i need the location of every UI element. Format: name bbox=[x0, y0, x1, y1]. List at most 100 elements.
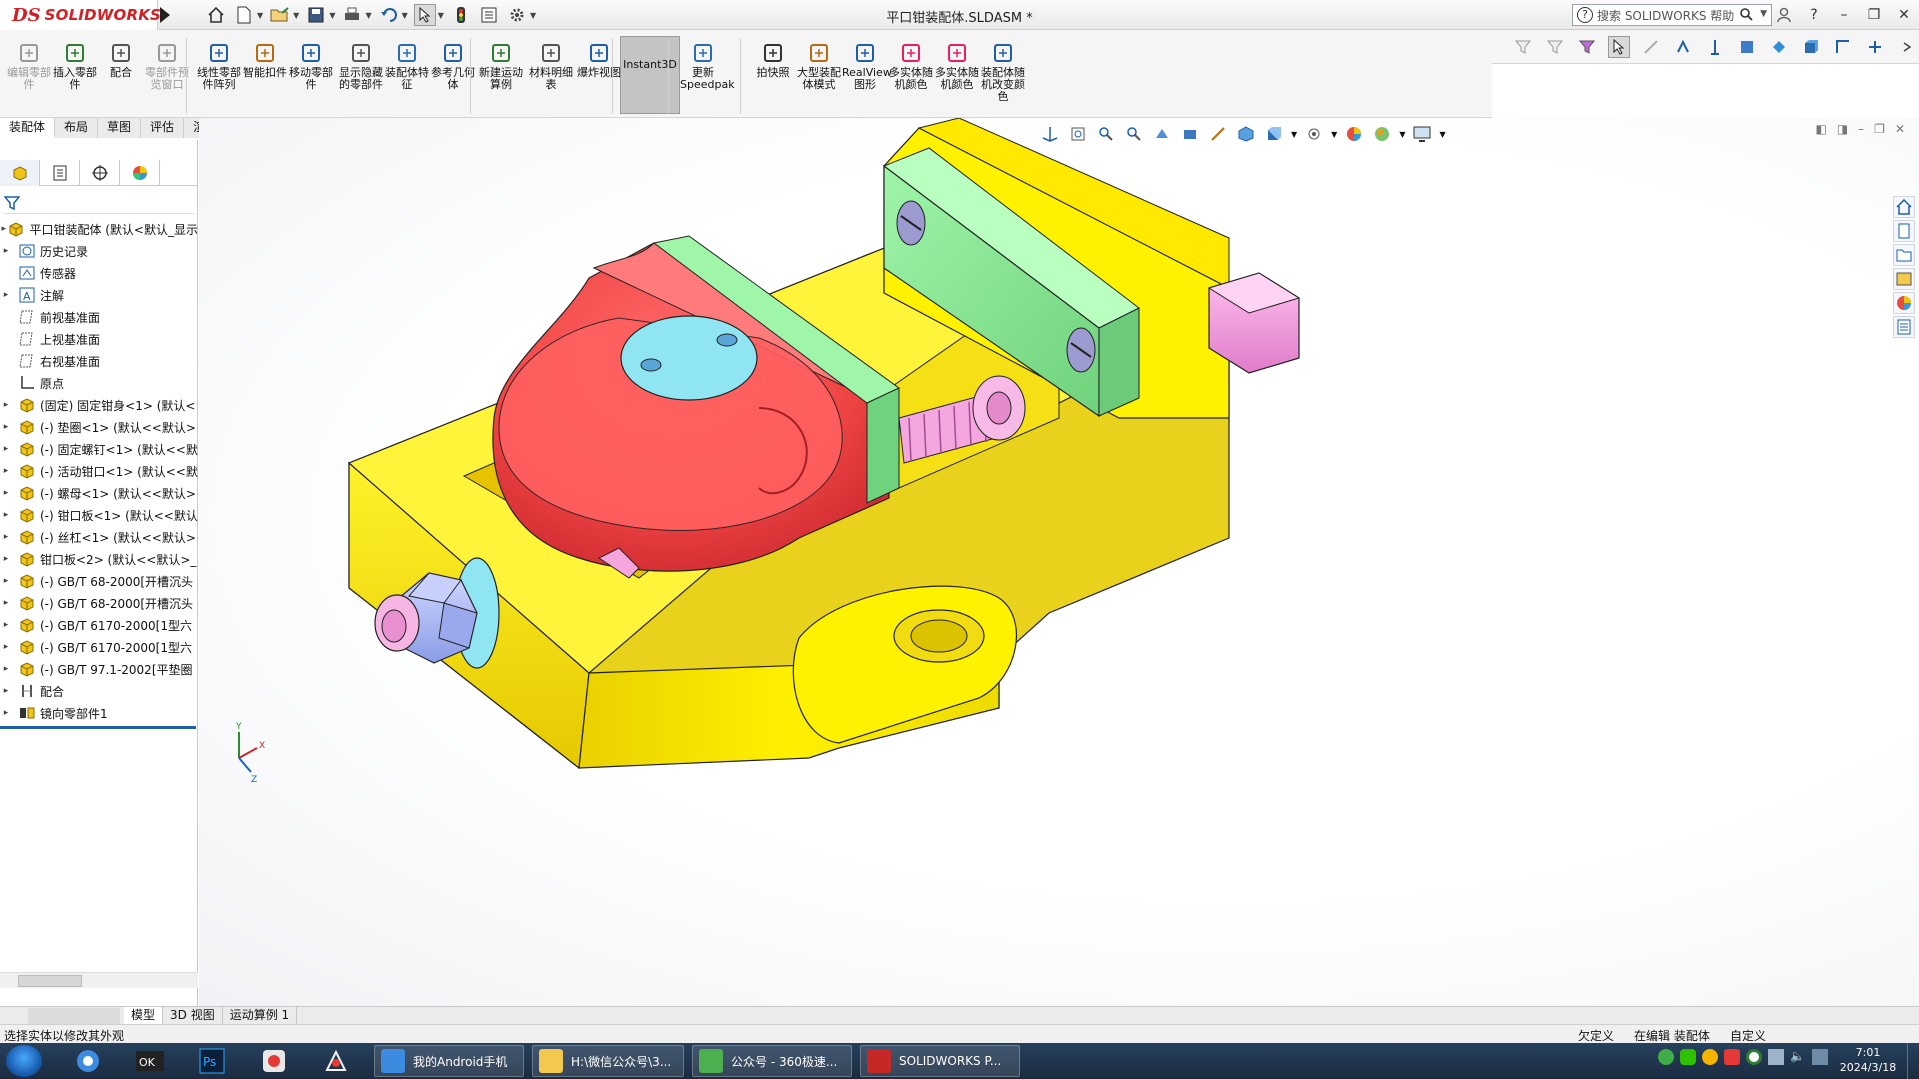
photoshop-icon[interactable]: Ps bbox=[190, 1046, 234, 1076]
new-document-icon[interactable] bbox=[233, 4, 255, 26]
pinned-app-icon[interactable] bbox=[314, 1046, 358, 1076]
cmd-button-11[interactable]: 材料明细表 bbox=[528, 42, 574, 91]
expand-arrow-icon[interactable]: ▸ bbox=[0, 466, 12, 476]
tree-item[interactable]: ▸ (-) 丝杠<1> (默认<<默认> bbox=[0, 526, 198, 548]
expand-arrow-icon[interactable]: ▸ bbox=[0, 664, 12, 674]
taskbar-task-0[interactable]: 我的Android手机 bbox=[374, 1045, 524, 1077]
open-icon[interactable] bbox=[269, 4, 291, 26]
help-search-input[interactable]: ? 搜索 SOLIDWORKS 帮助 ▼ bbox=[1572, 4, 1772, 26]
chevron-down-icon[interactable]: ▼ bbox=[293, 11, 299, 20]
expand-arrow-icon[interactable]: ▸ bbox=[0, 554, 12, 564]
clock[interactable]: 7:01 2024/3/18 bbox=[1836, 1045, 1900, 1075]
solid-filter-icon[interactable] bbox=[1800, 36, 1822, 58]
expand-arrow-icon[interactable]: ▸ bbox=[0, 686, 12, 696]
expand-arrow-icon[interactable]: ▸ bbox=[0, 488, 12, 498]
expand-arrow-icon[interactable]: ▸ bbox=[0, 246, 12, 256]
expand-arrow-icon[interactable]: ▸ bbox=[0, 510, 12, 520]
network-icon[interactable] bbox=[1768, 1049, 1784, 1065]
cmd-button-1[interactable]: 插入零部件 bbox=[52, 42, 98, 91]
taskbar-task-3[interactable]: SOLIDWORKS P... bbox=[860, 1045, 1020, 1077]
model-tab-2[interactable]: 运动算例 1 bbox=[223, 1006, 298, 1025]
tree-item[interactable]: ▸ (-) GB/T 97.1-2002[平垫圈 bbox=[0, 658, 198, 680]
chevron-down-icon[interactable]: ▼ bbox=[402, 11, 408, 20]
expand-arrow-icon[interactable]: ▸ bbox=[0, 642, 12, 652]
print-icon[interactable] bbox=[341, 4, 363, 26]
tree-item[interactable]: ▸ (-) 钳口板<1> (默认<<默认 bbox=[0, 504, 198, 526]
filter-icon[interactable] bbox=[3, 195, 21, 211]
pinned-app-icon[interactable] bbox=[252, 1046, 296, 1076]
face-filter-icon[interactable] bbox=[1768, 36, 1790, 58]
model-tab-1[interactable]: 3D 视图 bbox=[163, 1006, 223, 1025]
annotation-filter-icon[interactable] bbox=[1864, 36, 1886, 58]
expand-arrow-icon[interactable]: ▸ bbox=[0, 224, 7, 234]
cmd-button-15[interactable]: 拍快照 bbox=[750, 42, 796, 79]
tree-item[interactable]: ▸ 镜向零部件1 bbox=[0, 702, 198, 724]
tree-item[interactable]: ▸ (-) GB/T 6170-2000[1型六 bbox=[0, 614, 198, 636]
search-icon[interactable] bbox=[1739, 7, 1753, 24]
tab-0[interactable]: 装配体 bbox=[0, 118, 56, 138]
feature-manager-tab[interactable] bbox=[0, 160, 40, 186]
property-manager-tab[interactable] bbox=[40, 160, 80, 186]
menu-expand-icon[interactable] bbox=[160, 7, 170, 23]
tree-item[interactable]: 传感器 bbox=[0, 262, 198, 284]
filter-icon[interactable] bbox=[1512, 36, 1534, 58]
display-manager-tab[interactable] bbox=[120, 160, 160, 186]
chevron-down-icon[interactable]: ▼ bbox=[257, 11, 263, 20]
cmd-button-6[interactable]: 移动零部件 bbox=[288, 42, 334, 91]
select-arrow-icon[interactable] bbox=[413, 4, 436, 26]
tree-root-item[interactable]: ▸ 平口钳装配体 (默认<默认_显示 bbox=[0, 218, 198, 240]
tree-filter[interactable] bbox=[3, 192, 194, 214]
tab-scroll-buttons[interactable] bbox=[28, 1007, 120, 1024]
expand-arrow-icon[interactable]: ▸ bbox=[0, 576, 12, 586]
tree-item[interactable]: ▸ 历史记录 bbox=[0, 240, 198, 262]
tree-item[interactable]: ▸ (-) 固定螺钉<1> (默认<<默 bbox=[0, 438, 198, 460]
units-selector[interactable]: 自定义 bbox=[1730, 1027, 1766, 1044]
cmd-button-20[interactable]: 装配体随机改变颜色 bbox=[980, 42, 1026, 103]
restore-icon[interactable]: ❐ bbox=[1859, 0, 1889, 30]
filter-edges-icon[interactable] bbox=[1576, 36, 1598, 58]
chevron-down-icon[interactable]: ▼ bbox=[438, 11, 444, 20]
file-properties-icon[interactable] bbox=[478, 4, 500, 26]
expand-arrow-icon[interactable]: ▸ bbox=[0, 620, 12, 630]
tab-3[interactable]: 评估 bbox=[141, 118, 185, 138]
tree-item[interactable]: 前视基准面 bbox=[0, 306, 198, 328]
tab-2[interactable]: 草图 bbox=[98, 118, 142, 138]
expand-arrow-icon[interactable]: ▸ bbox=[0, 598, 12, 608]
graphics-area[interactable]: ▼ ▼ ▼ ▼ ◧ ◨ – ❐ ✕ Y X Z bbox=[199, 118, 1919, 1006]
help-menu-icon[interactable]: ? bbox=[1799, 0, 1829, 30]
chevron-down-icon[interactable]: ▼ bbox=[1760, 9, 1767, 19]
tree-item[interactable]: 上视基准面 bbox=[0, 328, 198, 350]
pinned-app-icon[interactable]: OK bbox=[128, 1046, 172, 1076]
plane-filter-icon[interactable] bbox=[1736, 36, 1758, 58]
volume-icon[interactable]: 🔈 bbox=[1790, 1049, 1806, 1065]
point-icon[interactable] bbox=[1672, 36, 1694, 58]
vise-assembly-model[interactable]: Y X Z bbox=[199, 118, 1919, 1006]
dimension-filter-icon[interactable] bbox=[1832, 36, 1854, 58]
expand-arrow-icon[interactable]: ▸ bbox=[0, 444, 12, 454]
cmd-button-17[interactable]: RealView图形 bbox=[842, 42, 892, 91]
axis-icon[interactable] bbox=[1704, 36, 1726, 58]
tray-icon[interactable] bbox=[1724, 1049, 1740, 1065]
cmd-button-8[interactable]: 装配体特征 bbox=[384, 42, 430, 91]
start-button[interactable] bbox=[6, 1045, 42, 1077]
tray-icon[interactable] bbox=[1702, 1049, 1718, 1065]
chevron-down-icon[interactable]: ▼ bbox=[530, 11, 536, 20]
cmd-button-7[interactable]: 显示隐藏的零部件 bbox=[338, 42, 384, 91]
tree-item[interactable]: ▸ (固定) 固定钳身<1> (默认< bbox=[0, 394, 198, 416]
chevron-down-icon[interactable]: ▼ bbox=[329, 11, 335, 20]
wechat-icon[interactable] bbox=[1680, 1049, 1696, 1065]
cmd-button-13[interactable]: Instant3D bbox=[620, 36, 680, 114]
select-arrow-icon[interactable] bbox=[1608, 35, 1630, 58]
close-icon[interactable]: ✕ bbox=[1889, 0, 1919, 30]
pinned-app-icon[interactable] bbox=[66, 1046, 110, 1076]
user-icon[interactable] bbox=[1769, 0, 1799, 30]
undo-icon[interactable] bbox=[378, 4, 400, 26]
minimize-icon[interactable]: – bbox=[1829, 0, 1859, 30]
tree-horizontal-scrollbar[interactable] bbox=[0, 972, 198, 988]
save-icon[interactable] bbox=[305, 4, 327, 26]
model-tab-0[interactable]: 模型 bbox=[124, 1006, 164, 1025]
expand-arrow-icon[interactable]: ▸ bbox=[0, 422, 12, 432]
taskbar-task-2[interactable]: 公众号 - 360极速... bbox=[692, 1045, 852, 1077]
tree-item[interactable]: ▸ (-) 活动钳口<1> (默认<<默 bbox=[0, 460, 198, 482]
tree-item[interactable]: ▸ (-) 螺母<1> (默认<<默认> bbox=[0, 482, 198, 504]
